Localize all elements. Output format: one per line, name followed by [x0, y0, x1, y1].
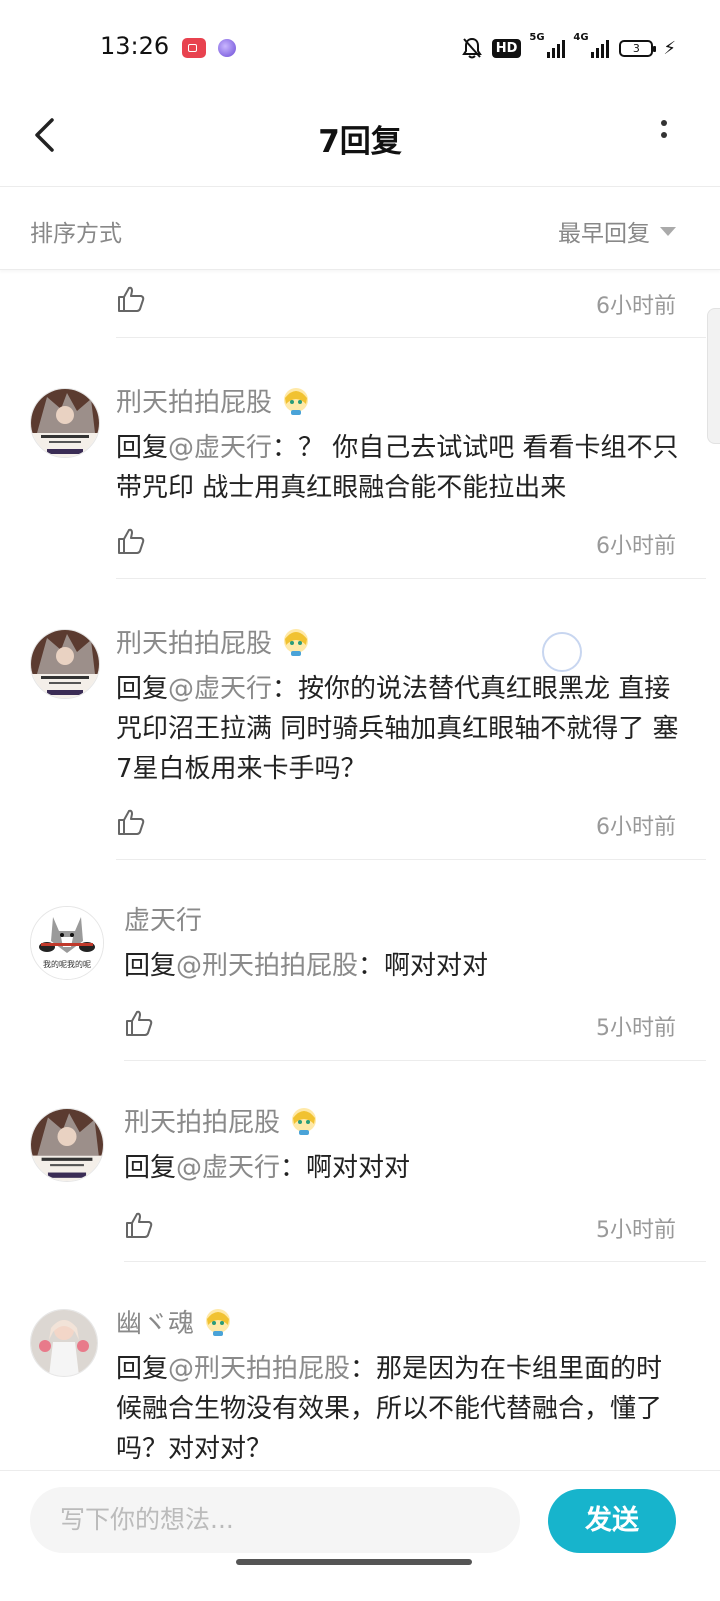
reply-prefix: 回复: [116, 433, 169, 463]
reply-time: 6小时前: [596, 534, 676, 559]
battery-icon: 3: [619, 39, 657, 57]
level-badge-icon: [284, 628, 309, 656]
status-bar: 13:26 HD 5G 4G 3 ⚡: [0, 0, 720, 96]
mention-link[interactable]: @刑天拍拍屁股: [168, 1354, 350, 1384]
status-icons: HD 5G 4G 3 ⚡: [461, 32, 676, 60]
husky-dog-avatar-image: 我的呢我的呢: [31, 907, 103, 979]
anime-avatar-image: [31, 389, 99, 457]
bell-muted-icon: [461, 37, 482, 59]
reply-item: 我的呢我的呢 虚天行 回复@刑天拍拍屁股：啊对对对 5小时前: [0, 860, 720, 1061]
level-badge-icon: [206, 1308, 231, 1336]
signal-5g-icon: 5G: [529, 32, 566, 58]
sort-selected-value: 最早回复: [558, 221, 650, 247]
anime-avatar-image: [31, 1109, 103, 1181]
reply-author: 刑天拍拍屁股: [116, 382, 310, 419]
reply-time: 6小时前: [596, 815, 676, 840]
author-name[interactable]: 幽ヾ魂: [116, 1303, 194, 1340]
reply-item: 刑天拍拍屁股 回复@虚天行：啊对对对 5小时前: [0, 1062, 720, 1262]
anime-avatar-image: [31, 630, 99, 698]
reply-prefix: 回复: [116, 1354, 169, 1384]
reply-item: 幽ヾ魂 回复@刑天拍拍屁股：那是因为在卡组里面的时候融合生物没有效果，所以不能代…: [0, 1263, 720, 1470]
user-avatar[interactable]: [30, 388, 100, 458]
user-avatar[interactable]: [30, 1108, 104, 1182]
top-bar: 7回复: [0, 96, 720, 187]
divider: [124, 1060, 706, 1061]
reply-content: 回复@刑天拍拍屁股：那是因为在卡组里面的时候融合生物没有效果，所以不能代替融合，…: [116, 1349, 680, 1469]
mention-link[interactable]: @虚天行: [176, 1153, 280, 1183]
level-badge-icon: [292, 1107, 317, 1135]
reply-author: 刑天拍拍屁股: [124, 1102, 318, 1139]
mention-link[interactable]: @刑天拍拍屁股: [176, 951, 358, 981]
reply-prefix: 回复: [124, 1153, 177, 1183]
screen-record-icon: [182, 38, 206, 58]
reply-item: 刑天拍拍屁股 回复@虚天行：按你的说法替代真红眼黑龙 直接咒印沼王拉满 同时骑兵…: [0, 579, 720, 860]
thumbs-up-icon[interactable]: [124, 1210, 154, 1240]
reply-text: ：啊对对对: [358, 951, 489, 981]
figure-photo-avatar-image: [31, 1310, 97, 1376]
hd-voice-icon: HD: [491, 38, 522, 58]
reply-content: 回复@刑天拍拍屁股：啊对对对: [124, 946, 680, 986]
reply-prefix: 回复: [124, 951, 177, 981]
send-button[interactable]: 发送: [548, 1489, 676, 1553]
thumbs-up-icon[interactable]: [124, 1008, 154, 1038]
reply-time: 5小时前: [596, 1016, 676, 1041]
reply-text: ：啊对对对: [280, 1153, 411, 1183]
reply-prefix: 回复: [116, 674, 169, 704]
home-indicator[interactable]: [236, 1559, 472, 1565]
more-options-icon[interactable]: [654, 118, 674, 148]
charging-icon: ⚡: [663, 37, 676, 59]
app-notification-icon: [218, 39, 236, 57]
reply-time: 6小时前: [596, 294, 676, 319]
author-name[interactable]: 刑天拍拍屁股: [116, 382, 272, 419]
level-badge-icon: [284, 387, 309, 415]
thumbs-up-icon[interactable]: [116, 526, 146, 556]
thumbs-up-icon[interactable]: [116, 284, 146, 314]
author-name[interactable]: 刑天拍拍屁股: [116, 623, 272, 660]
reply-list: 6小时前 刑天拍拍屁股 回复@虚天行：？ 你自己去试试吧 看看卡组不只带咒印 战…: [0, 270, 720, 1470]
sort-label: 排序方式: [30, 221, 122, 247]
sort-dropdown[interactable]: 最早回复: [558, 214, 676, 248]
composer-bar: 写下你的想法... 发送: [0, 1470, 720, 1601]
reply-time: 5小时前: [596, 1218, 676, 1243]
comment-input[interactable]: 写下你的想法...: [30, 1487, 520, 1553]
divider: [124, 1261, 706, 1262]
mention-link[interactable]: @虚天行: [168, 674, 272, 704]
user-avatar[interactable]: [30, 629, 100, 699]
caret-down-icon: [660, 226, 676, 236]
loading-indicator: [542, 632, 582, 672]
reply-item: 6小时前: [0, 270, 720, 338]
user-avatar[interactable]: [30, 1309, 98, 1377]
page-title: 7回复: [318, 124, 402, 160]
reply-content: 回复@虚天行：啊对对对: [124, 1148, 680, 1188]
signal-4g-icon: 4G: [573, 32, 610, 58]
reply-author: 幽ヾ魂: [116, 1303, 232, 1340]
author-name[interactable]: 虚天行: [124, 900, 202, 937]
mention-link[interactable]: @虚天行: [168, 433, 272, 463]
svg-text:我的呢我的呢: 我的呢我的呢: [43, 959, 91, 969]
user-avatar[interactable]: 我的呢我的呢: [30, 906, 104, 980]
thumbs-up-icon[interactable]: [116, 807, 146, 837]
reply-author: 虚天行: [124, 900, 202, 937]
author-name[interactable]: 刑天拍拍屁股: [124, 1102, 280, 1139]
status-time: 13:26: [100, 32, 170, 60]
reply-item: 刑天拍拍屁股 回复@虚天行：？ 你自己去试试吧 看看卡组不只带咒印 战士用真红眼…: [0, 338, 720, 579]
reply-content: 回复@虚天行：？ 你自己去试试吧 看看卡组不只带咒印 战士用真红眼融合能不能拉出…: [116, 428, 680, 508]
reply-author: 刑天拍拍屁股: [116, 623, 310, 660]
sort-bar: 排序方式 最早回复: [0, 187, 720, 270]
reply-content: 回复@虚天行：按你的说法替代真红眼黑龙 直接咒印沼王拉满 同时骑兵轴加真红眼轴不…: [116, 669, 680, 789]
